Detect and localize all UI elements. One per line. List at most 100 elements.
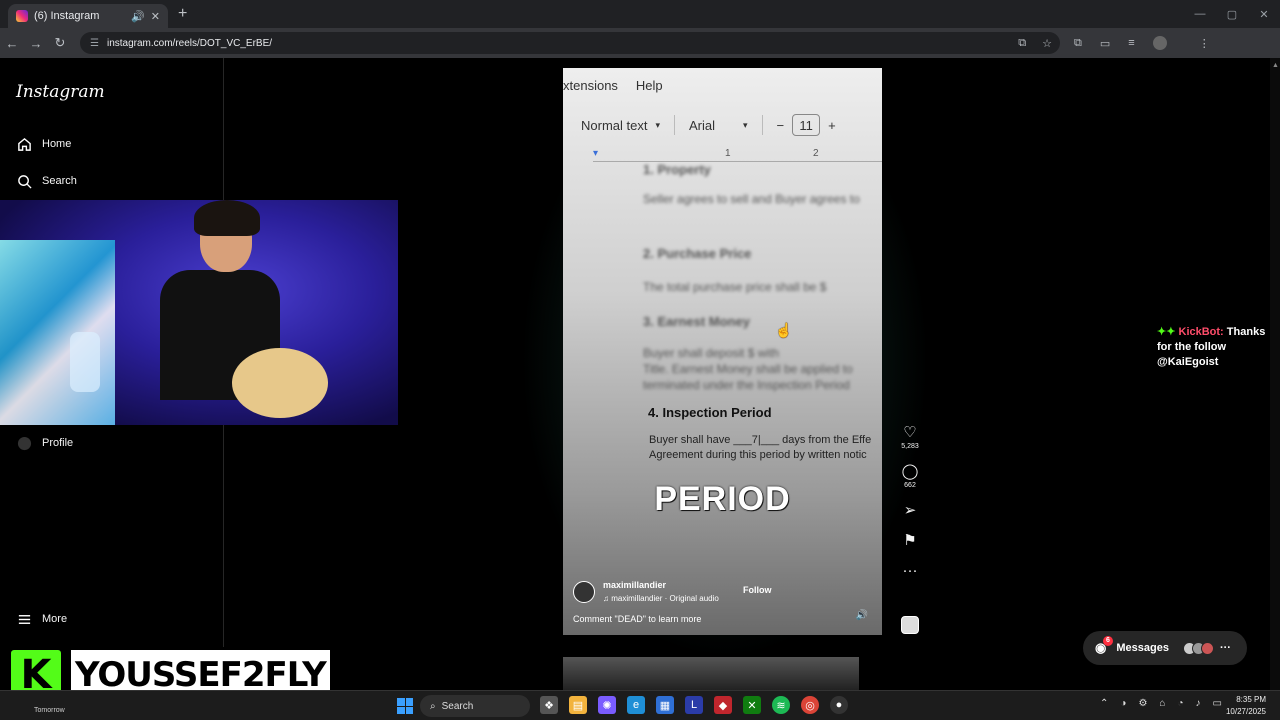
heart-icon[interactable]: ♡ [903,425,916,441]
obs-icon[interactable]: ● [830,696,848,714]
more-options-icon[interactable]: ··· [1220,642,1231,654]
sidebar-item-more[interactable]: More [16,611,67,627]
ruler-mark: 1 [725,148,731,159]
instagram-logo[interactable]: Instagram [16,82,105,102]
doc-style-select: Normal text [581,117,648,133]
tab-title: (6) Instagram [34,10,100,22]
gaming-pc-image [0,240,115,425]
xbox-icon[interactable]: ✕ [743,696,761,714]
store-icon[interactable]: ▦ [656,696,674,714]
bookmark-star-icon[interactable]: ☆ [1042,37,1052,50]
avatar [16,435,32,451]
sidebar-item-search[interactable]: Search [16,173,77,189]
doc-font-size: 11 [792,114,821,136]
caption-text[interactable]: Comment "DEAD" to learn more [573,614,701,624]
doc-ruler: ▾ 1 2 [593,148,882,162]
menu-kebab-icon[interactable]: ⋮ [1199,37,1210,50]
doc-blurred-line: Title. Earnest Money shall be applied to [643,362,853,376]
reel-action-rail: ♡ 5,283 ◯ 662 ➢ ⚑ ··· [898,425,922,593]
minimize-icon[interactable]: — [1184,8,1216,20]
audio-label[interactable]: ♫ maximillandier · Original audio [603,594,719,603]
volume-icon[interactable]: 🔊 [856,610,868,621]
more-action[interactable]: ··· [898,563,922,579]
tray-app-icon[interactable]: ◑ [1120,698,1126,709]
close-window-icon[interactable]: ✕ [1248,8,1280,21]
hand-cursor-icon: ☝ [775,322,793,338]
doc-menu-item: Help [635,78,663,93]
hamburger-icon [16,611,32,627]
share-icon[interactable]: ➢ [904,503,917,519]
copilot-icon[interactable]: ✺ [598,696,616,714]
widgets-icon[interactable]: ❖ [540,696,558,714]
maximize-icon[interactable]: ▢ [1216,8,1248,21]
follow-button[interactable]: Follow [743,585,772,595]
windows-start-icon[interactable] [397,698,413,714]
battery-icon[interactable]: ▭ [1213,698,1222,709]
weather-widget[interactable]: Tomorrow [34,707,65,714]
bookmark-icon[interactable]: ⚑ [903,533,916,549]
kickbot-text: for the follow [1157,341,1227,353]
media-icon[interactable]: ≡ [1128,37,1134,49]
taskbar-apps: ❖ ▤ ✺ e ▦ L ◆ ✕ ≋ ◎ ● [540,696,859,714]
browser-tab[interactable]: (6) Instagram 🔊 ✕ [8,4,168,28]
audio-thumbnail[interactable] [901,616,919,634]
edge-icon[interactable]: e [627,696,645,714]
chrome-icon[interactable]: ◎ [801,696,819,714]
network-icon[interactable]: ⌂ [1159,698,1165,709]
chevron-down-icon: ▾ [743,119,748,130]
side-panel-icon[interactable]: ▭ [1100,37,1110,50]
profile-avatar[interactable] [1152,36,1167,50]
back-icon[interactable]: ← [0,36,24,51]
sparkle-icon: ✦✦ [1157,326,1179,338]
doc-blurred-line: 1. Property [643,162,711,177]
comment-action[interactable]: ◯ 662 [898,464,922,490]
next-reel-preview[interactable] [563,657,859,690]
share-action[interactable]: ➢ [898,503,922,519]
speaker-icon[interactable]: 🔊 [131,10,145,23]
url-text[interactable]: instagram.com/reels/DOT_VC_ErBE/ [107,38,1010,49]
extensions-icon[interactable]: ⧉ [1074,37,1082,50]
close-tab-icon[interactable]: ✕ [151,10,160,23]
sidebar-item-label: Profile [42,437,74,449]
sidebar-item-label: More [42,613,68,625]
messages-button[interactable]: ◉ 6 Messages ··· [1083,631,1247,665]
scroll-up-icon[interactable]: ▲ [1272,62,1279,70]
chevron-up-icon[interactable]: ⌃ [1100,698,1108,709]
doc-body-line: Agreement during this period by written … [649,449,867,461]
messages-label: Messages [1116,642,1169,654]
author-name[interactable]: maximillandier [603,580,719,590]
save-action[interactable]: ⚑ [898,533,922,549]
sidebar-item-home[interactable]: Home [16,136,71,152]
omnibox[interactable]: ☰ instagram.com/reels/DOT_VC_ErBE/ ⧉ ☆ [80,32,1060,54]
kickbot-text: Thanks [1226,326,1266,338]
reel-video[interactable]: xtensions Help Normal text ▾ Arial ▾ − 1… [563,68,882,635]
kickbot-name: KickBot: [1178,326,1224,338]
taskbar-clock[interactable]: 8:35 PM 10/27/2025 [1226,694,1266,718]
page-scrollbar[interactable]: ▲ [1270,58,1280,690]
launcher-l-icon[interactable]: L [685,696,703,714]
shield-app-icon[interactable]: ◆ [714,696,732,714]
comment-icon[interactable]: ◯ [902,464,919,480]
file-explorer-icon[interactable]: ▤ [569,696,587,714]
volume-icon[interactable]: ♪ [1196,698,1201,709]
streamer-knee-image [232,348,328,418]
install-app-icon[interactable]: ⧉ [1018,37,1026,50]
spotify-icon[interactable]: ≋ [772,696,790,714]
avatar[interactable] [573,580,595,603]
forward-icon[interactable]: → [24,36,48,51]
search-icon [16,173,32,189]
like-action[interactable]: ♡ 5,283 [898,425,922,451]
reload-icon[interactable]: ↻ [48,35,72,51]
site-info-icon[interactable]: ☰ [90,38,99,49]
taskbar-search[interactable]: ⌕ Search [420,695,530,717]
more-options-icon[interactable]: ··· [903,563,918,579]
reel-caption: PERIOD [654,480,791,518]
sidebar-item-profile[interactable]: Profile [16,435,73,451]
new-tab-button[interactable]: + [178,5,187,23]
reel-author[interactable]: maximillandier ♫ maximillandier · Origin… [573,580,719,603]
tray-app-icon[interactable]: ⚙ [1138,698,1147,709]
kickbot-chat-message: ✦✦ KickBot: Thanks for the follow @KaiEg… [1157,325,1277,370]
doc-body-line: Buyer shall have ___7|___ days from the … [649,434,872,446]
message-avatars [1182,641,1214,655]
wifi-icon[interactable]: ◔ [1177,698,1183,709]
